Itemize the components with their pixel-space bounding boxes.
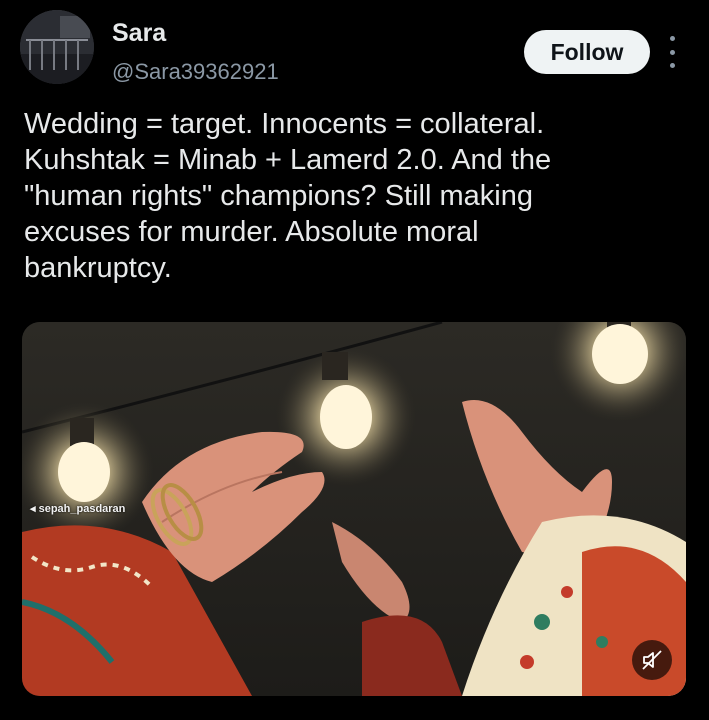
speaker-muted-icon <box>642 650 662 670</box>
author-handle[interactable]: @Sara39362921 <box>112 58 279 86</box>
author-display-name[interactable]: Sara <box>112 18 166 48</box>
media-watermark: ◂ sepah_pasdaran <box>30 503 126 515</box>
follow-button[interactable]: Follow <box>524 30 650 74</box>
watermark-text: sepah_pasdaran <box>38 503 126 515</box>
tweet-text: Wedding = target. Innocents = collateral… <box>24 108 552 284</box>
avatar[interactable] <box>20 10 94 84</box>
more-dot <box>669 49 675 55</box>
more-dot <box>669 36 675 41</box>
mute-button[interactable] <box>632 640 672 680</box>
avatar-photo-icon <box>20 10 94 84</box>
tweet-media-video[interactable]: ◂ sepah_pasdaran <box>22 322 686 696</box>
more-vertical-icon[interactable] <box>664 36 680 68</box>
more-dot <box>669 63 675 68</box>
